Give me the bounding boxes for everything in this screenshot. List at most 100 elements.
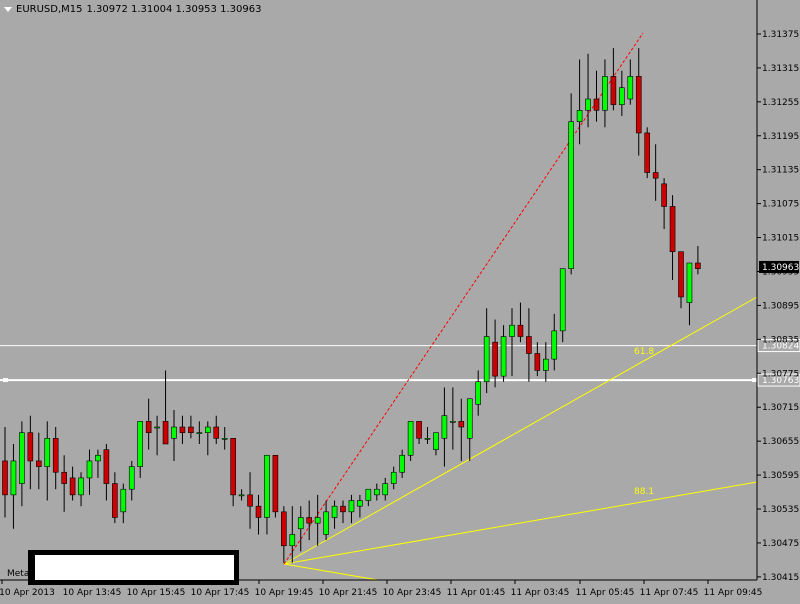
candle-body-bear	[644, 132, 651, 173]
candle-body-bear	[340, 505, 346, 513]
candle	[137, 421, 143, 478]
current-price-label: 1.30963	[762, 263, 799, 273]
candle-body-bear	[661, 183, 667, 207]
candle-body-bull	[399, 454, 405, 473]
candle	[2, 427, 8, 518]
candle-body-bull	[365, 488, 372, 501]
hline-handle	[3, 378, 8, 383]
candle	[635, 48, 642, 156]
candle-body-bear	[281, 511, 287, 547]
y-tick-label: 1.31375	[762, 30, 799, 40]
candle	[230, 438, 236, 507]
candle-body-bear	[188, 426, 194, 433]
candle	[509, 308, 515, 377]
x-tick-label: 10 Apr 15:45	[127, 588, 186, 598]
symbol-label: EURUSD,M15	[16, 4, 83, 15]
candle-body-bull	[137, 421, 143, 467]
candle-body-bear	[678, 251, 684, 298]
candle	[669, 195, 676, 280]
candle	[213, 415, 220, 444]
candle-body-bear	[112, 483, 118, 518]
candle	[382, 477, 389, 501]
candle-body-bull	[559, 268, 566, 332]
x-tick-label: 10 Apr 2013	[0, 588, 55, 598]
candle-body-bull	[390, 471, 397, 484]
candle	[416, 421, 422, 444]
candle	[120, 483, 127, 524]
candle-body-bear	[458, 421, 465, 428]
candle	[576, 59, 583, 145]
chevron-down-icon[interactable]	[4, 7, 12, 12]
candle	[610, 48, 617, 111]
candle	[264, 454, 270, 535]
candle	[297, 506, 304, 552]
candle-body-bull	[568, 121, 574, 269]
candle-body-bear	[492, 341, 498, 377]
fib-level-label: 88.1	[634, 487, 654, 497]
candle	[441, 387, 448, 467]
candle	[95, 449, 101, 478]
candle	[128, 460, 135, 501]
candlestick-chart[interactable]: 1.308241.30763 61.888.1 1.313751.313151.…	[0, 0, 800, 600]
candle-body-bear	[2, 460, 8, 496]
candle-body-bear	[669, 206, 676, 252]
candle	[340, 500, 346, 524]
candle-body-bull	[433, 432, 439, 450]
candle-body-bear	[635, 76, 642, 134]
candle	[424, 427, 431, 444]
candle	[145, 398, 152, 450]
x-tick-label: 10 Apr 21:45	[319, 588, 378, 598]
candle-body-bull	[289, 534, 296, 547]
y-tick-label: 1.30655	[762, 437, 799, 447]
candle	[27, 415, 34, 490]
candle	[526, 308, 532, 382]
chart-header: EURUSD,M15 1.30972 1.31004 1.30953 1.309…	[4, 4, 261, 15]
candle	[466, 398, 473, 461]
candle-body-bull	[357, 500, 363, 507]
candle	[35, 432, 42, 490]
candle	[534, 342, 541, 377]
candle	[255, 494, 262, 535]
candle-body-bear	[69, 477, 76, 496]
candle-body-bull	[238, 494, 245, 497]
y-tick-label: 1.30595	[762, 471, 799, 481]
y-tick-label: 1.31195	[762, 132, 799, 142]
y-tick-label: 1.31075	[762, 200, 799, 210]
trend-line	[283, 32, 644, 565]
candle-body-bull	[297, 517, 304, 530]
candle	[19, 421, 25, 507]
candle	[602, 59, 608, 128]
candle-body-bear	[213, 426, 220, 439]
candle-body-bear	[306, 517, 313, 524]
candle-body-bull	[686, 262, 693, 303]
y-tick-label: 1.30715	[762, 403, 799, 413]
candle	[171, 410, 177, 461]
candle	[196, 421, 203, 444]
candle	[652, 144, 659, 201]
candle	[644, 127, 651, 179]
candle-body-bear	[534, 353, 541, 371]
candle	[272, 454, 279, 518]
candle-body-bull	[331, 505, 338, 518]
hline-handle	[752, 378, 757, 383]
chart-area[interactable]: 1.30824 1.30763 61.8 88.1 1.31375 1.31315 1.…	[0, 0, 800, 600]
candle	[52, 427, 59, 490]
fib-fan-line	[283, 563, 379, 581]
candle-body-bull	[264, 454, 270, 518]
candle	[281, 506, 287, 563]
candle	[205, 421, 211, 456]
meta-label: Meta	[7, 569, 30, 579]
y-tick-label: 1.30835	[762, 335, 799, 345]
candle-body-bull	[466, 398, 473, 439]
candle	[542, 342, 549, 382]
candle	[433, 432, 439, 456]
candle	[348, 494, 355, 524]
candle-body-bull	[78, 477, 84, 496]
candle	[154, 415, 160, 456]
candle	[390, 466, 397, 490]
x-tick-label: 10 Apr 13:45	[63, 588, 122, 598]
candle-body-bull	[475, 381, 482, 405]
candle-body-bull	[314, 517, 321, 524]
candle	[44, 421, 51, 501]
candle-body-bear	[52, 438, 59, 473]
